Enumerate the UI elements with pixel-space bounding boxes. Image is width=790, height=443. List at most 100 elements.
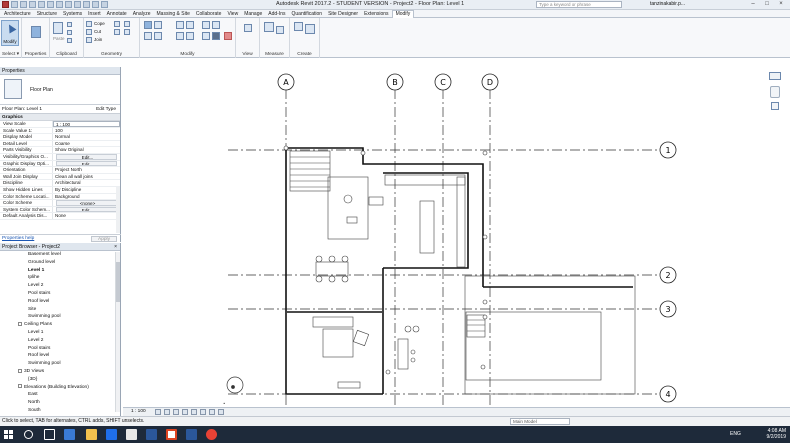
list-item[interactable]: Iplihe [0, 274, 120, 282]
maximize-button[interactable]: □ [760, 0, 774, 9]
search-icon[interactable] [24, 430, 33, 439]
property-value[interactable]: <none> [56, 200, 117, 206]
text-icon[interactable] [65, 1, 72, 8]
properties-scrollbar[interactable] [116, 187, 120, 233]
windows-start-icon[interactable] [4, 430, 13, 439]
list-item[interactable]: 3D Views [0, 368, 120, 376]
minimize-button[interactable]: – [746, 0, 760, 9]
user-name[interactable]: tanzinakabir.p... [650, 1, 685, 7]
list-item[interactable]: Roof level [0, 352, 120, 360]
mail-icon[interactable] [106, 429, 117, 440]
create-assembly-icon[interactable] [294, 22, 303, 31]
chrome-icon[interactable] [206, 429, 217, 440]
search-input[interactable]: Type a keyword or phrase [536, 1, 622, 8]
active-model-select[interactable]: Main Model [510, 418, 570, 425]
measure-icon[interactable] [56, 1, 63, 8]
array-icon[interactable] [212, 21, 220, 29]
property-value[interactable]: Clean all wall joins [53, 174, 120, 180]
edit-type-button[interactable]: Edit Type [96, 105, 116, 114]
split-face-icon[interactable] [124, 21, 130, 27]
tab-structure[interactable]: Structure [34, 10, 60, 18]
reveal-hidden-icon[interactable] [218, 409, 224, 415]
property-value[interactable]: Architectural [53, 180, 120, 186]
measure-tool-icon[interactable] [264, 22, 274, 32]
save-icon[interactable] [20, 1, 27, 8]
copy-element-icon[interactable] [154, 32, 162, 40]
crop-view-icon[interactable] [191, 409, 197, 415]
modify-button[interactable]: Modify [1, 20, 19, 46]
tab-add-ins[interactable]: Add-Ins [265, 10, 288, 18]
word-icon[interactable] [146, 429, 157, 440]
property-value[interactable]: Edit... [56, 153, 117, 160]
zoom-icon[interactable] [771, 102, 779, 110]
list-item[interactable]: South [0, 407, 120, 415]
revit-taskbar-icon[interactable] [166, 429, 177, 440]
list-item[interactable]: Ceiling Plans [0, 321, 120, 329]
view-cube-icon[interactable] [769, 72, 781, 80]
wall-joins-icon[interactable] [114, 21, 120, 27]
mirror-pick-icon[interactable] [176, 21, 184, 29]
property-value[interactable]: 100 [53, 128, 120, 134]
list-item[interactable]: Swimming pool [0, 313, 120, 321]
cut-icon[interactable] [67, 22, 72, 27]
list-item[interactable]: East [0, 391, 120, 399]
tab-annotate[interactable]: Annotate [104, 10, 130, 18]
view-icon[interactable] [244, 24, 252, 32]
align-icon[interactable] [144, 21, 152, 29]
list-item[interactable]: North [0, 399, 120, 407]
close-browser-icon[interactable]: × [114, 243, 117, 251]
apply-button[interactable]: Apply [91, 236, 117, 242]
section-icon[interactable] [83, 1, 90, 8]
show-crop-icon[interactable] [200, 409, 206, 415]
property-value[interactable]: Background [53, 194, 120, 200]
list-item[interactable]: Level 1 [0, 267, 120, 275]
open-icon[interactable] [11, 1, 18, 8]
copy-icon[interactable] [67, 30, 72, 35]
type-selector[interactable]: Floor Plan [0, 75, 120, 105]
tab-analyze[interactable]: Analyze [130, 10, 154, 18]
task-view-icon[interactable] [44, 429, 55, 440]
graphics-section[interactable]: Graphics [0, 114, 120, 121]
property-value[interactable]: Show Original [53, 147, 120, 153]
system-clock[interactable]: 4:08 AM 9/2/2019 [767, 428, 786, 440]
properties-help-link[interactable]: Properties help [0, 236, 34, 241]
property-value[interactable]: Coarse [53, 141, 120, 147]
tab-architecture[interactable]: Architecture [1, 10, 34, 18]
list-item[interactable]: Level 1 [0, 329, 120, 337]
language-indicator[interactable]: ENG [730, 431, 741, 437]
undo-icon[interactable] [29, 1, 36, 8]
list-item[interactable]: Pool stairs [0, 345, 120, 353]
trim-icon[interactable] [186, 32, 194, 40]
tab-view[interactable]: View [224, 10, 241, 18]
tab-modify[interactable]: Modify [391, 9, 415, 18]
split-icon[interactable] [202, 21, 210, 29]
tab-massing-site[interactable]: Massing & Site [154, 10, 193, 18]
visual-style-icon[interactable] [164, 409, 170, 415]
move-icon[interactable] [144, 32, 152, 40]
create-parts-icon[interactable] [305, 24, 315, 34]
delete-icon[interactable] [224, 32, 232, 40]
tab-manage[interactable]: Manage [241, 10, 265, 18]
property-value[interactable]: None [53, 213, 120, 219]
redo-icon[interactable] [38, 1, 45, 8]
revit-logo-icon[interactable] [2, 1, 9, 8]
collapse-icon[interactable] [18, 384, 22, 389]
property-value[interactable]: Project North [53, 167, 120, 173]
list-item[interactable]: Level 2 [0, 337, 120, 345]
list-item[interactable]: Level 2 [0, 282, 120, 290]
browser-scrollbar[interactable] [115, 252, 120, 412]
tab-site-designer[interactable]: Site Designer [325, 10, 361, 18]
join-icon[interactable] [86, 37, 92, 43]
properties-icon[interactable] [31, 26, 41, 38]
instance-selector[interactable]: Floor Plan: Level 1 Edit Type [0, 105, 120, 114]
paint-icon[interactable] [114, 29, 120, 35]
floor-plan-drawing[interactable]: A B C D1234 • [123, 67, 790, 407]
dimension-icon[interactable] [276, 26, 284, 34]
file-explorer-icon[interactable] [86, 429, 97, 440]
edge-icon[interactable] [64, 429, 75, 440]
close-button[interactable]: × [774, 0, 788, 9]
store-icon[interactable] [126, 429, 137, 440]
property-value[interactable]: By Discipline [53, 187, 120, 193]
view-scale[interactable]: 1 : 100 [131, 408, 146, 416]
tab-extensions[interactable]: Extensions [361, 10, 391, 18]
